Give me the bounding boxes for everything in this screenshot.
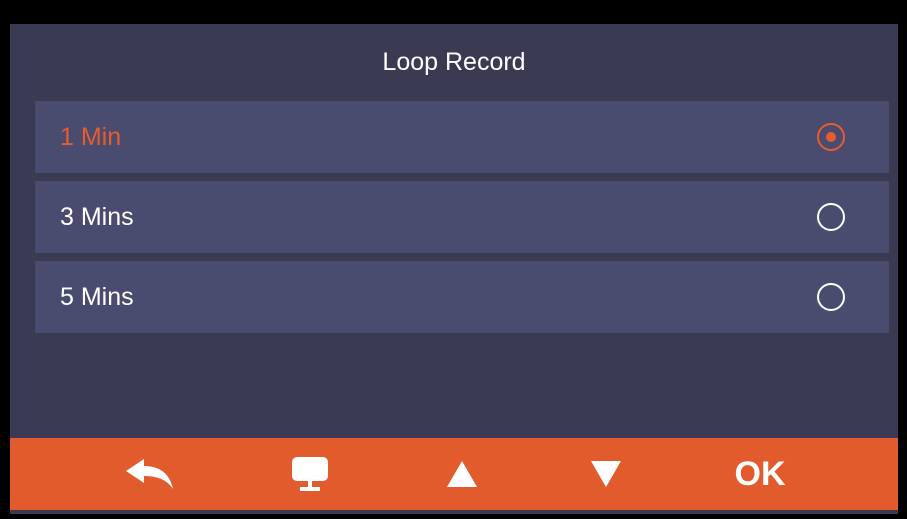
triangle-up-icon bbox=[447, 461, 477, 487]
option-label: 1 Min bbox=[60, 123, 122, 151]
back-arrow-icon bbox=[126, 459, 173, 489]
up-button[interactable] bbox=[434, 438, 490, 510]
option-list: 1 Min 3 Mins 5 Mins bbox=[35, 101, 889, 341]
back-button[interactable] bbox=[118, 438, 182, 510]
radio-unselected-icon[interactable] bbox=[817, 283, 845, 311]
triangle-down-icon bbox=[591, 461, 621, 487]
down-button[interactable] bbox=[578, 438, 634, 510]
monitor-icon bbox=[292, 457, 328, 491]
option-label: 5 Mins bbox=[60, 283, 134, 311]
page-title: Loop Record bbox=[382, 48, 526, 76]
radio-dot bbox=[826, 132, 836, 142]
bottom-toolbar: OK bbox=[10, 438, 898, 510]
option-3-mins[interactable]: 3 Mins bbox=[35, 181, 889, 253]
radio-selected-icon[interactable] bbox=[817, 123, 845, 151]
option-5-mins[interactable]: 5 Mins bbox=[35, 261, 889, 333]
option-1-min[interactable]: 1 Min bbox=[35, 101, 889, 173]
loop-record-screen: Loop Record 1 Min 3 Mins 5 Mins OK bbox=[10, 24, 898, 514]
ok-button[interactable]: OK bbox=[720, 438, 800, 510]
mode-button[interactable] bbox=[282, 438, 338, 510]
radio-unselected-icon[interactable] bbox=[817, 203, 845, 231]
option-label: 3 Mins bbox=[60, 203, 134, 231]
